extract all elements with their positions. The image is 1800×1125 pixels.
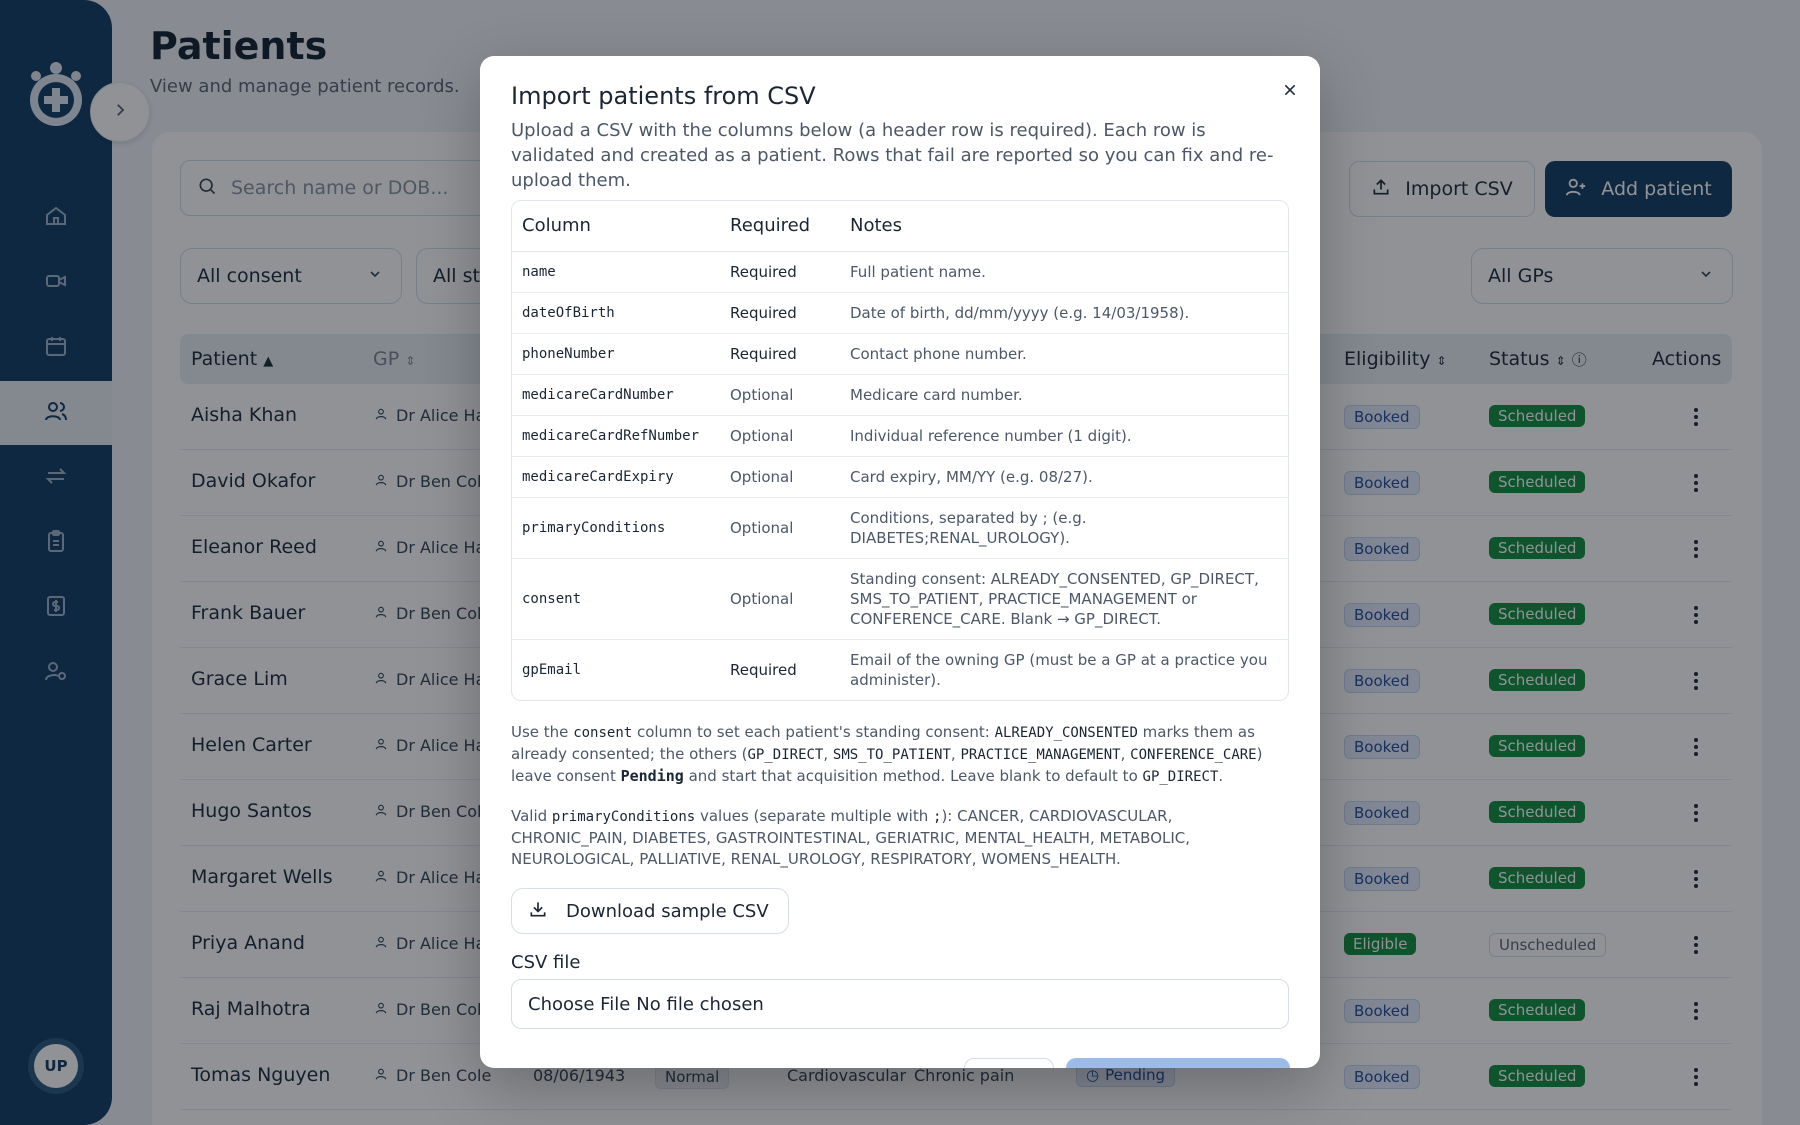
- csv-file-input[interactable]: Choose File No file chosen: [511, 979, 1289, 1029]
- conditions-note: Valid primaryConditions values (separate…: [511, 807, 1191, 868]
- column-name: medicareCardRefNumber: [512, 414, 720, 456]
- download-sample-label: Download sample CSV: [566, 900, 769, 922]
- column-required: Required: [720, 638, 840, 700]
- download-icon: [528, 899, 548, 924]
- column-notes: Conditions, separated by ; (e.g. DIABETE…: [840, 496, 1288, 558]
- columns-table: Column Required Notes name Required Full p…: [511, 200, 1289, 701]
- column-notes: Card expiry, MM/YY (e.g. 08/27).: [840, 455, 1288, 497]
- column-name: primaryConditions: [512, 496, 720, 558]
- column-notes: Date of birth, dd/mm/yyyy (e.g. 14/03/19…: [840, 291, 1288, 333]
- column-row: dateOfBirth Required Date of birth, dd/mm/…: [512, 291, 1288, 333]
- column-required: Optional: [720, 455, 840, 497]
- column-row: phoneNumber Required Contact phone number.: [512, 332, 1288, 374]
- column-row: consent Optional Standing consent: ALREADY…: [512, 557, 1288, 639]
- column-row: medicareCardNumber Optional Medicare card …: [512, 373, 1288, 415]
- modal-description: Upload a CSV with the columns below (a h…: [511, 120, 1274, 191]
- column-notes: Standing consent: ALREADY_CONSENTED, GP_…: [840, 557, 1288, 639]
- column-notes: Email of the owning GP (must be a GP at …: [840, 638, 1288, 700]
- column-notes: Contact phone number.: [840, 332, 1288, 374]
- th-notes: Notes: [840, 201, 1288, 252]
- csv-file-label: CSV file: [511, 952, 581, 973]
- import-csv-modal: Import patients from CSV Upload a CSV wi…: [480, 56, 1320, 1068]
- th-required: Required: [720, 201, 840, 252]
- no-file-text: No file chosen: [636, 993, 764, 1015]
- choose-file-button[interactable]: Choose File: [528, 994, 630, 1015]
- close-button[interactable]: [1276, 78, 1304, 106]
- column-row: primaryConditions Optional Conditions, sep…: [512, 496, 1288, 558]
- column-required: Required: [720, 291, 840, 333]
- column-required: Optional: [720, 414, 840, 456]
- download-sample-csv-button[interactable]: Download sample CSV: [511, 888, 789, 934]
- column-required: Optional: [720, 496, 840, 558]
- column-notes: Individual reference number (1 digit).: [840, 414, 1288, 456]
- column-name: medicareCardNumber: [512, 373, 720, 415]
- column-required: Required: [720, 250, 840, 292]
- column-row: medicareCardExpiry Optional Card expiry, M…: [512, 455, 1288, 497]
- import-button[interactable]: [1066, 1058, 1290, 1068]
- column-name: gpEmail: [512, 638, 720, 700]
- column-row: gpEmail Required Email of the owning GP (m…: [512, 638, 1288, 700]
- consent-note: Use the consent column to set each patie…: [511, 723, 1263, 785]
- column-name: medicareCardExpiry: [512, 455, 720, 497]
- column-notes: Full patient name.: [840, 250, 1288, 292]
- column-name: consent: [512, 557, 720, 639]
- column-name: name: [512, 250, 720, 292]
- column-name: dateOfBirth: [512, 291, 720, 333]
- column-required: Optional: [720, 373, 840, 415]
- modal-title: Import patients from CSV: [511, 82, 816, 110]
- cancel-button[interactable]: [964, 1058, 1054, 1068]
- column-required: Optional: [720, 557, 840, 639]
- column-row: name Required Full patient name.: [512, 250, 1288, 292]
- close-icon: [1282, 82, 1298, 102]
- column-notes: Medicare card number.: [840, 373, 1288, 415]
- column-name: phoneNumber: [512, 332, 720, 374]
- column-required: Required: [720, 332, 840, 374]
- th-column: Column: [512, 201, 720, 252]
- column-row: medicareCardRefNumber Optional Individual …: [512, 414, 1288, 456]
